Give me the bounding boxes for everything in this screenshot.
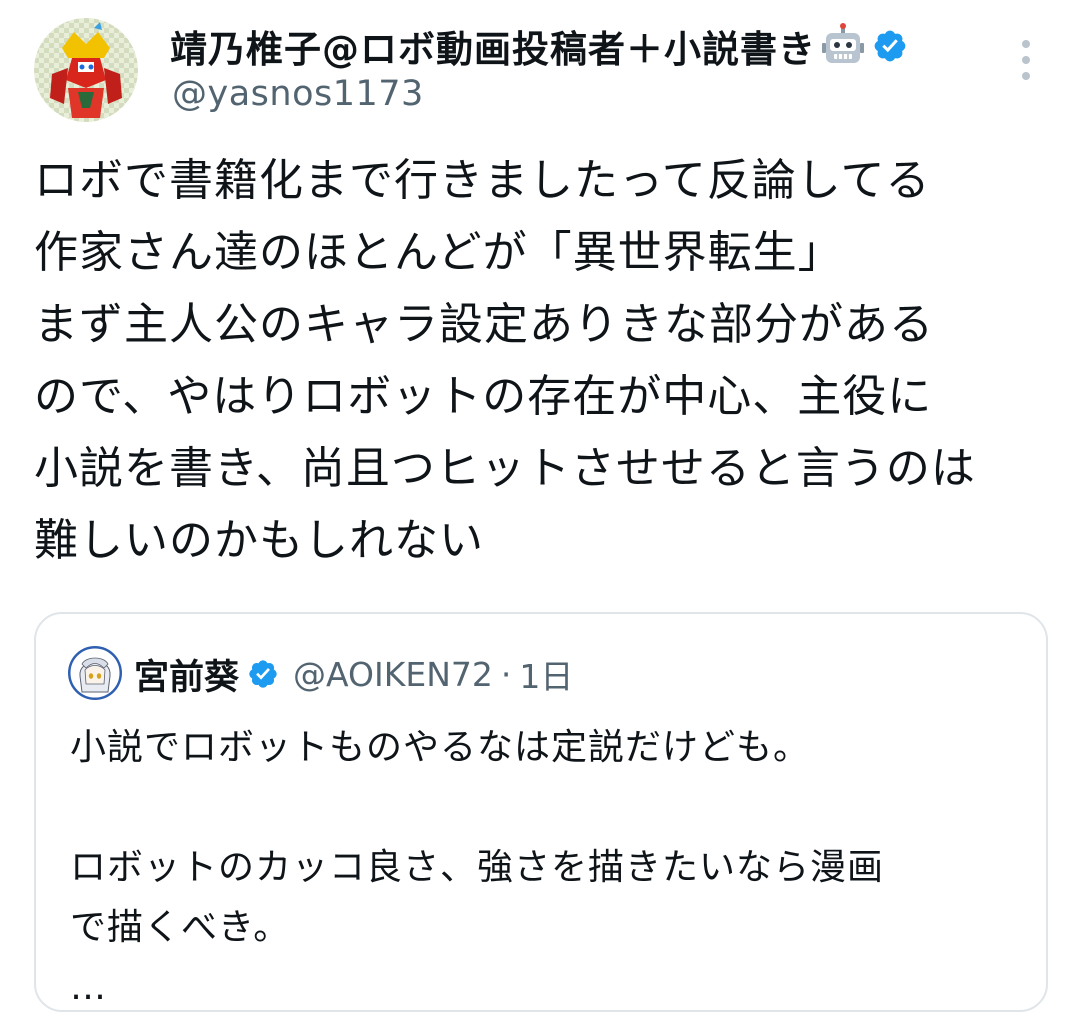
more-dot-icon	[1022, 56, 1030, 64]
quoted-timestamp[interactable]: 1日	[519, 650, 573, 698]
more-dot-icon	[1022, 40, 1030, 48]
author-name-row: 靖乃椎子@ロボ動画投稿者＋小説書き	[170, 20, 908, 72]
anime-girl-avatar-icon	[68, 646, 122, 700]
quoted-text: 小説でロボットものやるなは定説だけども。 ロボットのカッコ良さ、強さを描きたいな…	[70, 727, 885, 1008]
quoted-display-name[interactable]: 宮前葵	[134, 649, 239, 700]
author-display-name[interactable]: 靖乃椎子@ロボ動画投稿者＋小説書き	[170, 19, 816, 73]
quoted-tweet[interactable]: 宮前葵 @AOIKEN72 · 1日 小説でロボットものやるなは定説だけども。 …	[34, 612, 1048, 1012]
quoted-handle[interactable]: @AOIKEN72	[293, 655, 493, 694]
author-avatar[interactable]	[34, 18, 138, 122]
more-options-button[interactable]	[1006, 30, 1046, 90]
quoted-header: 宮前葵 @AOIKEN72 · 1日	[134, 644, 573, 704]
author-handle[interactable]: @yasnos1173	[172, 74, 424, 114]
robot-emoji-icon	[820, 23, 866, 69]
tweet: 靖乃椎子@ロボ動画投稿者＋小説書き @yasnos1173 ロボで書籍化まで行き…	[0, 0, 1080, 1017]
verified-badge-icon[interactable]	[247, 658, 279, 690]
separator-dot: ·	[500, 654, 512, 694]
robot-mecha-avatar-icon	[34, 18, 138, 122]
more-dot-icon	[1022, 72, 1030, 80]
verified-badge-icon[interactable]	[872, 28, 908, 64]
quoted-author-avatar[interactable]	[68, 646, 122, 700]
tweet-text: ロボで書籍化まで行きましたって反論してる 作家さん達のほとんどが「異世界転生」 …	[34, 155, 976, 566]
